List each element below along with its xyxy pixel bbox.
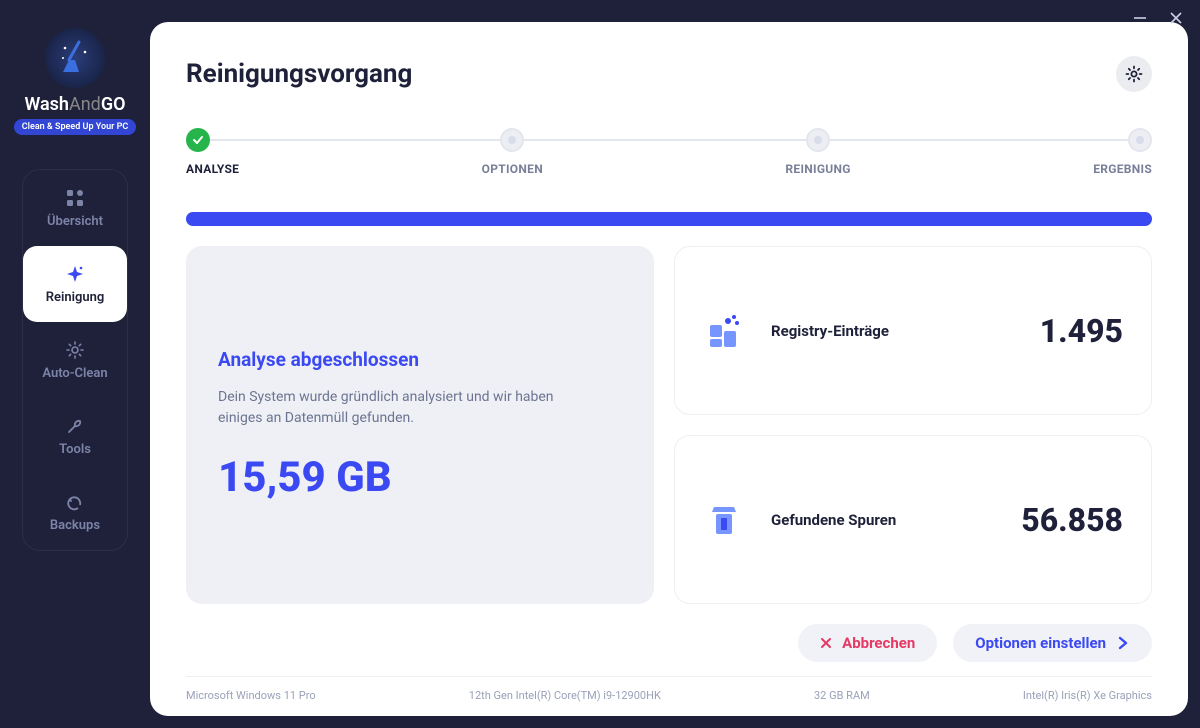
button-label: Optionen einstellen: [975, 634, 1106, 652]
close-icon: [820, 637, 832, 649]
page-title: Reinigungsvorgang: [186, 59, 412, 89]
progress-bar: [186, 212, 1152, 226]
step-dot-icon: [500, 128, 524, 152]
footer-ram: 32 GB RAM: [814, 689, 870, 702]
sidebar-item-label: Übersicht: [47, 214, 103, 229]
check-icon: [186, 128, 210, 152]
sidebar-item-backups[interactable]: Backups: [23, 474, 127, 550]
dashboard-icon: [65, 188, 85, 208]
sidebar-item-label: Tools: [59, 442, 91, 457]
wrench-icon: [65, 416, 85, 436]
stat-label: Gefundene Spuren: [771, 511, 896, 529]
step-options: OPTIONEN: [482, 128, 543, 176]
step-label: REINIGUNG: [785, 162, 850, 176]
sidebar-item-overview[interactable]: Übersicht: [23, 170, 127, 246]
step-label: ERGEBNIS: [1093, 162, 1152, 176]
sidebar-item-label: Auto-Clean: [42, 366, 107, 381]
trash-icon: [703, 499, 745, 541]
app-title: WashAndGO: [24, 94, 125, 115]
step-cleaning: REINIGUNG: [785, 128, 850, 176]
stat-registry-card: Registry-Einträge 1.495: [674, 246, 1152, 415]
broom-icon: [45, 28, 105, 88]
registry-icon: [703, 310, 745, 352]
button-label: Abbrechen: [842, 634, 915, 652]
options-button[interactable]: Optionen einstellen: [953, 624, 1152, 662]
close-button[interactable]: [1168, 10, 1184, 26]
sidebar-item-cleaning[interactable]: Reinigung: [23, 246, 127, 322]
sidebar-item-label: Backups: [50, 518, 100, 533]
minimize-button[interactable]: [1132, 10, 1148, 26]
analysis-size: 15,59 GB: [218, 453, 622, 502]
analysis-description: Dein System wurde gründlich analysiert u…: [218, 387, 598, 429]
cancel-button[interactable]: Abbrechen: [798, 624, 937, 662]
analysis-summary-card: Analyse abgeschlossen Dein System wurde …: [186, 246, 654, 604]
step-progress: ANALYSE OPTIONEN REINIGUNG ERGEBNIS: [186, 128, 1152, 176]
stat-traces-card: Gefundene Spuren 56.858: [674, 435, 1152, 604]
gear-icon: [1125, 65, 1143, 83]
step-result: ERGEBNIS: [1093, 128, 1152, 176]
undo-icon: [65, 492, 85, 512]
step-analyse: ANALYSE: [186, 128, 239, 176]
gear-icon: [65, 340, 85, 360]
system-info-footer: Microsoft Windows 11 Pro 12th Gen Intel(…: [186, 676, 1152, 702]
footer-gpu: Intel(R) Iris(R) Xe Graphics: [1023, 689, 1152, 702]
step-label: OPTIONEN: [482, 162, 543, 176]
sidebar-item-autoclean[interactable]: Auto-Clean: [23, 322, 127, 398]
sidebar-item-tools[interactable]: Tools: [23, 398, 127, 474]
app-tagline: Clean & Speed Up Your PC: [14, 119, 137, 135]
footer-os: Microsoft Windows 11 Pro: [186, 689, 316, 702]
step-dot-icon: [1128, 128, 1152, 152]
analysis-headline: Analyse abgeschlossen: [218, 348, 622, 371]
step-dot-icon: [806, 128, 830, 152]
sparkle-icon: [65, 264, 85, 284]
settings-button[interactable]: [1116, 56, 1152, 92]
sidebar-item-label: Reinigung: [46, 290, 105, 305]
stat-value: 56.858: [1021, 501, 1123, 539]
chevron-right-icon: [1116, 636, 1130, 650]
stat-label: Registry-Einträge: [771, 322, 889, 340]
step-label: ANALYSE: [186, 162, 239, 176]
footer-cpu: 12th Gen Intel(R) Core(TM) i9-12900HK: [469, 689, 661, 702]
stat-value: 1.495: [1040, 312, 1123, 350]
app-logo: WashAndGO Clean & Speed Up Your PC: [14, 28, 137, 135]
